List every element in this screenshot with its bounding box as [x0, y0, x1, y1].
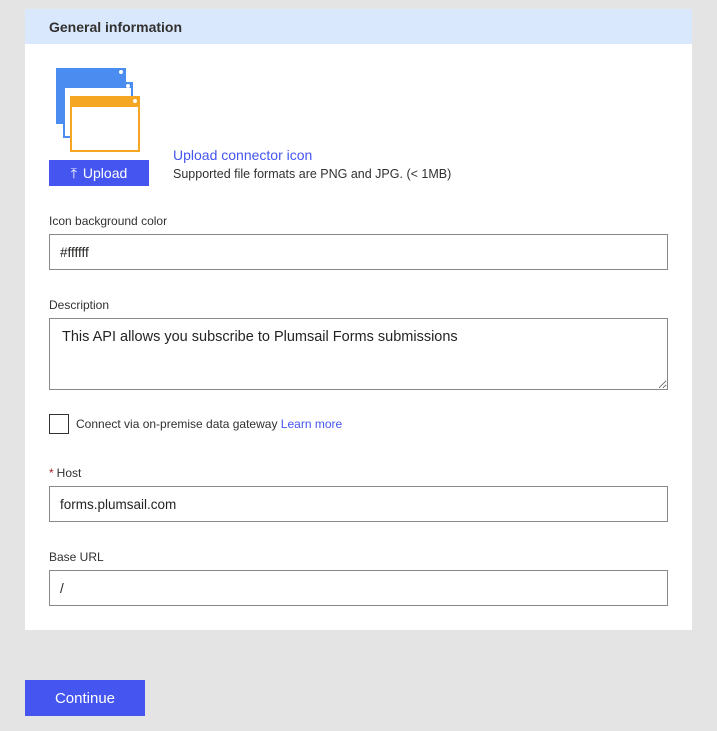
upload-file-format-hint: Supported file formats are PNG and JPG. … [173, 167, 452, 181]
gateway-checkbox-label: Connect via on-premise data gateway Lear… [76, 417, 342, 431]
icon-background-color-label: Icon background color [49, 214, 168, 228]
gateway-checkbox[interactable] [49, 414, 69, 434]
learn-more-link[interactable]: Learn more [281, 417, 342, 431]
icon-background-color-input[interactable] [49, 234, 668, 270]
gateway-label-text: Connect via on-premise data gateway [76, 417, 278, 431]
base-url-label: Base URL [49, 550, 104, 564]
upload-button-label: Upload [82, 165, 128, 181]
section-header: General information [25, 9, 692, 44]
host-label: * Host [49, 466, 81, 480]
required-asterisk: * [49, 466, 54, 480]
host-label-text: Host [56, 466, 82, 480]
upload-button[interactable]: ⤒ Upload [49, 160, 149, 186]
description-label: Description [49, 298, 110, 312]
continue-button[interactable]: Continue [25, 680, 145, 716]
description-textarea[interactable]: This API allows you subscribe to Plumsai… [49, 318, 668, 390]
upload-connector-icon-link[interactable]: Upload connector icon [173, 147, 312, 163]
general-information-card: General information ⤒ Upload Upload conn… [25, 9, 692, 630]
host-input[interactable] [49, 486, 668, 522]
connector-windows-icon [56, 68, 140, 152]
upload-arrow-icon: ⤒ [70, 165, 77, 181]
base-url-input[interactable] [49, 570, 668, 606]
section-title: General information [49, 18, 183, 35]
